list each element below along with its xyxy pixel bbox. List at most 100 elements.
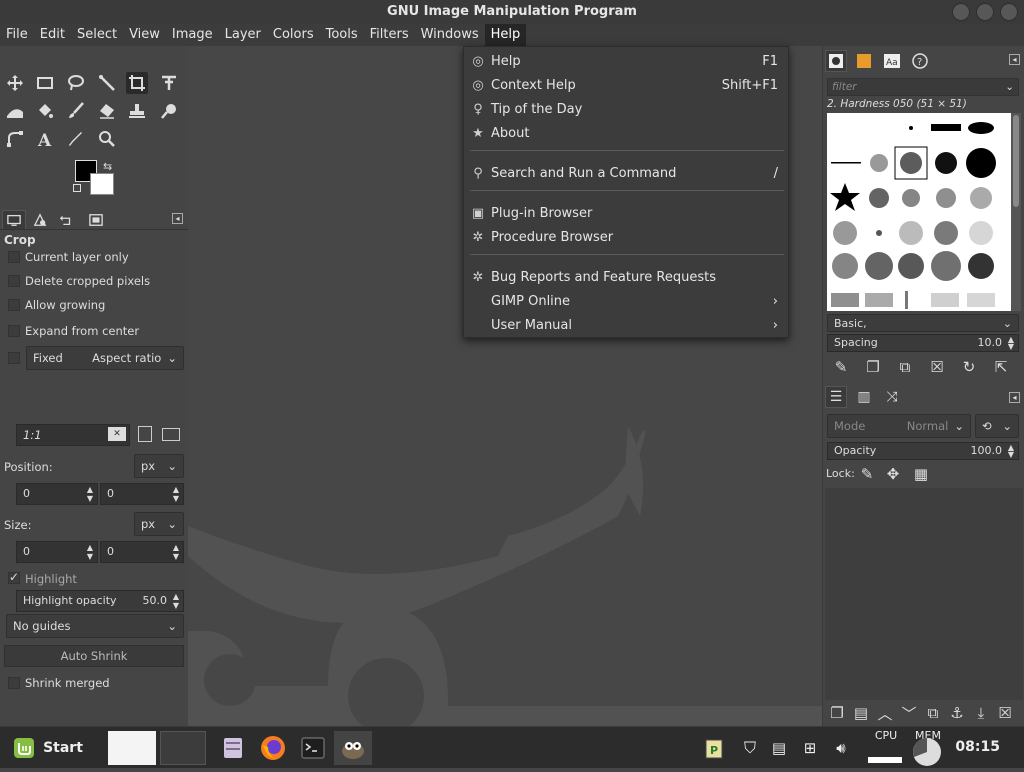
position-unit-combo[interactable]: px ⌄ [134, 454, 184, 478]
anchor-layer-icon[interactable]: ⚓ [947, 702, 967, 724]
help-menu-item-context-help[interactable]: ◎ Context Help Shift+F1 [464, 73, 788, 97]
brush-filter-input[interactable]: filter ⌄ [827, 78, 1019, 96]
help-menu-item-tip-of-day[interactable]: ♀ Tip of the Day [464, 97, 788, 121]
help-menu-item-plugin-browser[interactable]: ▣ Plug-in Browser [464, 201, 788, 225]
help-menu-item-about[interactable]: ★ About [464, 121, 788, 145]
crop-tool-icon[interactable] [126, 72, 148, 94]
tab-document-history[interactable]: ? [909, 50, 931, 72]
workspace-1[interactable] [108, 731, 156, 765]
spin-arrows-icon[interactable]: ▲ ▼ [84, 543, 96, 561]
portrait-icon[interactable] [138, 426, 152, 442]
brush-tag-combo[interactable]: Basic, ⌄ [827, 314, 1019, 332]
clear-entry-icon[interactable]: ✕ [108, 427, 126, 441]
paths-tool-icon[interactable] [4, 128, 26, 150]
tab-tool-options[interactable] [2, 210, 26, 229]
lock-pixels-icon[interactable]: ✎ [857, 463, 877, 485]
cpu-monitor[interactable]: CPU [866, 729, 906, 767]
delete-layer-icon[interactable]: ☒ [995, 702, 1015, 724]
spin-arrows-icon[interactable]: ▲ ▼ [170, 592, 182, 610]
menu-help[interactable]: Help [484, 24, 527, 46]
spin-arrows-icon[interactable]: ▲ ▼ [1005, 444, 1017, 459]
default-colors-icon[interactable] [73, 184, 81, 192]
swap-colors-icon[interactable]: ⇆ [103, 160, 112, 173]
spin-arrows-icon[interactable]: ▲ ▼ [170, 543, 182, 561]
tab-brushes[interactable] [825, 50, 847, 72]
close-button[interactable] [1000, 3, 1018, 21]
spin-arrows-icon[interactable]: ▲ ▼ [84, 485, 96, 503]
tab-images[interactable] [84, 210, 108, 229]
background-color-swatch[interactable] [90, 173, 114, 195]
size-unit-combo[interactable]: px ⌄ [134, 512, 184, 536]
menu-tools[interactable]: Tools [320, 24, 364, 46]
layer-mode-combo[interactable]: Mode Normal ⌄ [827, 414, 971, 438]
workspace-2[interactable] [160, 731, 206, 765]
tab-device-status[interactable] [28, 210, 52, 229]
terminal-launcher[interactable] [294, 731, 332, 765]
delete-brush-icon[interactable]: ☒ [927, 356, 947, 378]
size-height-input[interactable]: 0 ▲ ▼ [100, 541, 184, 563]
new-brush-icon[interactable]: ❐ [863, 356, 883, 378]
color-picker-tool-icon[interactable] [65, 128, 87, 150]
position-y-input[interactable]: 0 ▲ ▼ [100, 483, 184, 505]
paintbrush-tool-icon[interactable] [65, 100, 87, 122]
lasso-tool-icon[interactable] [65, 72, 87, 94]
file-manager-launcher[interactable] [214, 731, 252, 765]
tab-channels[interactable]: ▥ [853, 386, 875, 408]
lower-layer-icon[interactable]: ﹀ [899, 702, 919, 724]
help-menu-item-bug-reports[interactable]: ✲ Bug Reports and Feature Requests [464, 265, 788, 289]
highlight-opacity-slider[interactable]: Highlight opacity 50.0 ▲ ▼ [16, 590, 184, 612]
menu-layer[interactable]: Layer [219, 24, 267, 46]
spin-arrows-icon[interactable]: ▲ ▼ [170, 485, 182, 503]
clone-tool-icon[interactable] [126, 100, 148, 122]
position-x-input[interactable]: 0 ▲ ▼ [16, 483, 98, 505]
shrink-merged-checkbox[interactable] [8, 677, 20, 689]
network-icon[interactable]: ⊞ [798, 731, 822, 765]
mem-monitor[interactable]: MEM [908, 729, 948, 767]
spin-arrows-icon[interactable]: ▲ ▼ [1005, 336, 1017, 351]
menu-edit[interactable]: Edit [34, 24, 71, 46]
layers-list[interactable] [825, 488, 1023, 700]
size-width-input[interactable]: 0 ▲ ▼ [16, 541, 98, 563]
brushes-menu-icon[interactable]: ◂ [1009, 54, 1020, 65]
volume-icon[interactable]: 🔊︎ [828, 731, 854, 765]
menu-filters[interactable]: Filters [364, 24, 415, 46]
duplicate-layer-icon[interactable]: ⧉ [923, 702, 943, 724]
duplicate-brush-icon[interactable]: ⧉ [895, 356, 915, 378]
allow-growing-checkbox[interactable] [8, 299, 20, 311]
fixed-aspect-combo[interactable]: Fixed Aspect ratio ⌄ [26, 346, 184, 370]
refresh-brushes-icon[interactable]: ↻ [959, 356, 979, 378]
help-menu-item-user-manual[interactable]: User Manual › [464, 313, 788, 337]
guides-combo[interactable]: No guides ⌄ [6, 614, 184, 638]
help-menu-item-search-command[interactable]: ⚲ Search and Run a Command / [464, 161, 788, 185]
text-tool-icon[interactable]: A [34, 128, 56, 150]
menu-view[interactable]: View [123, 24, 166, 46]
move-tool-icon[interactable] [4, 72, 26, 94]
raise-layer-icon[interactable]: ︿ [875, 702, 895, 724]
tool-options-menu-icon[interactable]: ◂ [172, 213, 183, 224]
new-layer-group-icon[interactable]: ▤ [851, 702, 871, 724]
delete-cropped-checkbox[interactable] [8, 275, 20, 287]
brush-grid[interactable] [827, 113, 1011, 311]
start-button[interactable]: Start [6, 731, 90, 765]
rect-select-tool-icon[interactable] [34, 72, 56, 94]
firefox-launcher[interactable] [254, 731, 292, 765]
help-menu-item-procedure-browser[interactable]: ✲ Procedure Browser [464, 225, 788, 249]
merge-layer-icon[interactable]: ⤓ [971, 702, 991, 724]
tab-undo-history[interactable] [54, 210, 78, 229]
edit-brush-icon[interactable]: ✎ [831, 356, 851, 378]
new-layer-icon[interactable]: ❐ [827, 702, 847, 724]
brush-spacing-slider[interactable]: Spacing 10.0 ▲ ▼ [827, 334, 1019, 352]
layers-menu-icon[interactable]: ◂ [1009, 392, 1020, 403]
current-layer-only-checkbox[interactable] [8, 251, 20, 263]
menu-colors[interactable]: Colors [267, 24, 320, 46]
lock-alpha-icon[interactable]: ▦ [911, 463, 931, 485]
menu-file[interactable]: File [0, 24, 34, 46]
maximize-button[interactable] [976, 3, 994, 21]
expand-center-checkbox[interactable] [8, 325, 20, 337]
menu-windows[interactable]: Windows [415, 24, 485, 46]
landscape-icon[interactable] [162, 428, 180, 441]
open-brush-as-image-icon[interactable]: ⇱ [991, 356, 1011, 378]
warp-transform-tool-icon[interactable] [4, 100, 26, 122]
help-menu-item-gimp-online[interactable]: GIMP Online › [464, 289, 788, 313]
layer-composite-combo[interactable]: ⟲ ⌄ [975, 414, 1019, 438]
